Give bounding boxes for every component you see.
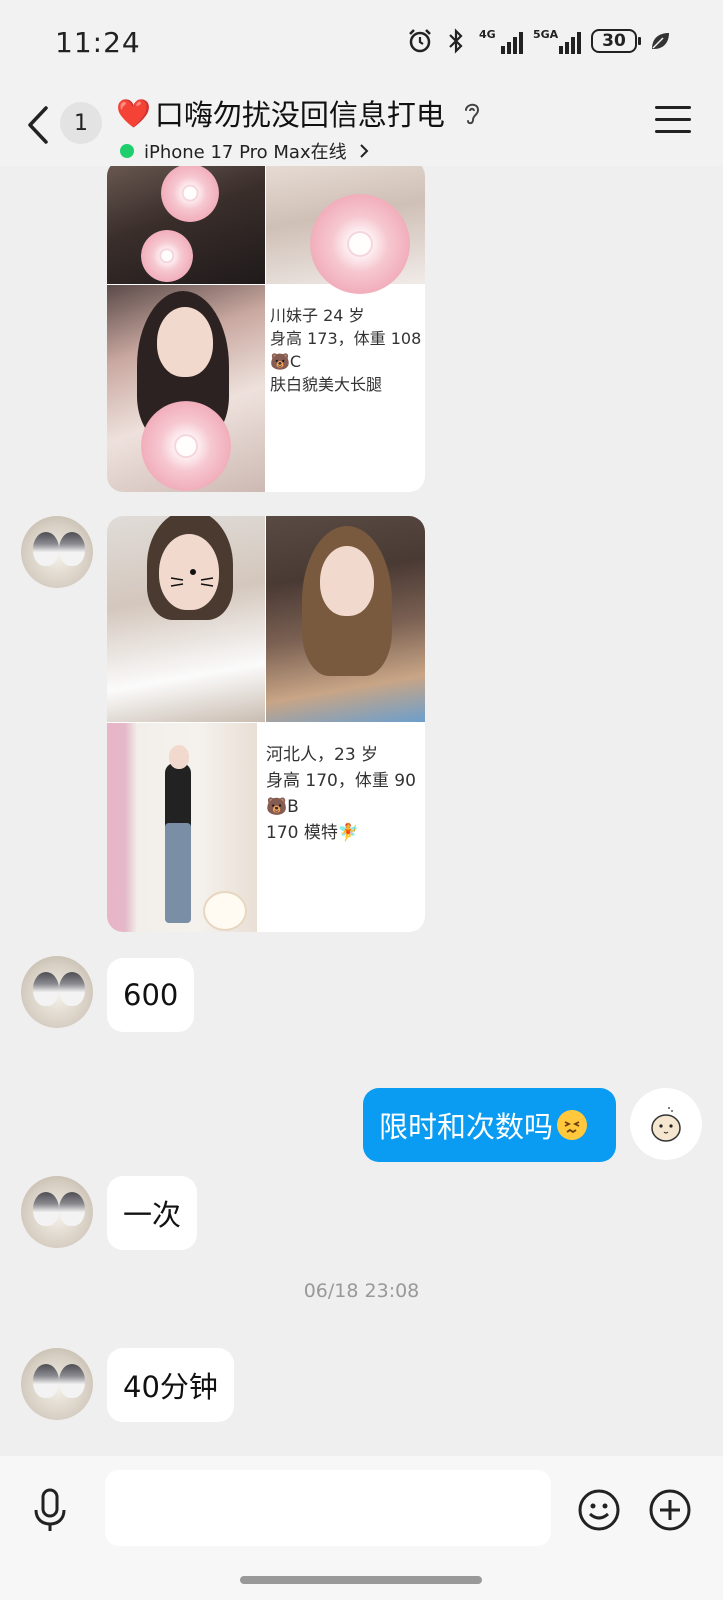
chat-title: ❤️ 口嗨勿扰没回信息打电 [116, 92, 483, 134]
leaf-icon [647, 28, 673, 54]
my-avatar[interactable] [630, 1088, 702, 1160]
input-bar [0, 1456, 723, 1600]
status-icons: 4G 5GA 30 [407, 28, 673, 54]
message-timestamp: 06/18 23:08 [303, 1280, 420, 1302]
my-message-bubble[interactable]: 限时和次数吗 [363, 1088, 616, 1162]
voice-input-button[interactable] [30, 1486, 70, 1534]
network-type-2: 5GA [533, 28, 559, 41]
status-time: 11:24 [55, 26, 141, 59]
photo-thumbnail[interactable] [107, 516, 265, 722]
emoji-icon [578, 1489, 620, 1531]
message-text: 一次 [123, 1198, 182, 1232]
back-button[interactable] [22, 102, 58, 148]
bluetooth-icon [443, 28, 469, 54]
photo-thumbnail[interactable] [107, 285, 265, 492]
photo-thumbnail[interactable] [107, 723, 257, 932]
more-actions-button[interactable] [648, 1488, 692, 1532]
online-indicator [120, 144, 134, 158]
message-text: 600 [123, 978, 179, 1012]
status-bar: 11:24 4G 5GA 30 [0, 0, 723, 84]
message-bubble[interactable]: 40分钟 [107, 1348, 234, 1422]
ear-icon [464, 103, 479, 125]
photo-thumbnail[interactable] [266, 166, 425, 294]
alarm-icon [407, 28, 433, 54]
contact-avatar[interactable] [21, 1176, 93, 1248]
message-text: 限时和次数吗 [379, 1110, 554, 1144]
battery-level: 30 [602, 31, 626, 51]
message-text: 40分钟 [123, 1370, 218, 1404]
contact-avatar[interactable] [21, 956, 93, 1028]
photo-thumbnail[interactable] [266, 516, 425, 722]
persevering-face-emoji [557, 1110, 588, 1140]
card-description: 河北人，23 岁 身高 170，体重 90 🐻B 170 模特🧚 [266, 745, 416, 843]
card-description: 川妹子 24 岁 身高 173，体重 108 🐻C 肤白貌美大长腿 [270, 306, 422, 394]
emoji-button[interactable] [577, 1488, 621, 1532]
back-icon [28, 106, 48, 144]
contact-avatar[interactable] [21, 1348, 93, 1420]
unread-count-badge[interactable]: 1 [60, 102, 102, 144]
chat-title-area[interactable]: ❤️ 口嗨勿扰没回信息打电 iPhone 17 Pro Max在线 [116, 92, 483, 164]
image-card-message[interactable]: 川妹子 24 岁 身高 173，体重 108 🐻C 肤白貌美大长腿 [107, 166, 425, 492]
chat-message-list[interactable]: 川妹子 24 岁 身高 173，体重 108 🐻C 肤白貌美大长腿 河北人，23… [0, 166, 723, 1456]
chevron-right-icon [359, 144, 369, 158]
battery-icon: 30 [591, 29, 641, 53]
image-card-message[interactable]: 河北人，23 岁 身高 170，体重 90 🐻B 170 模特🧚 [107, 516, 425, 932]
message-bubble[interactable]: 一次 [107, 1176, 198, 1250]
network-type-1: 4G [479, 28, 496, 41]
chat-title-text: 口嗨勿扰没回信息打电 [154, 98, 445, 132]
device-status-text: iPhone 17 Pro Max在线 [144, 142, 347, 163]
home-indicator[interactable] [240, 1576, 482, 1584]
plus-icon [649, 1489, 691, 1531]
photo-thumbnail[interactable] [107, 166, 265, 284]
contact-avatar[interactable] [21, 516, 93, 588]
menu-button[interactable] [655, 106, 691, 138]
microphone-icon [34, 1488, 66, 1531]
message-bubble[interactable]: 600 [107, 958, 195, 1032]
title-heart-emoji: ❤️ [116, 96, 151, 130]
signal-icon: 4G [479, 28, 523, 54]
message-input[interactable] [105, 1470, 551, 1546]
signal-icon: 5GA [533, 28, 581, 54]
chat-header: 1 ❤️ 口嗨勿扰没回信息打电 iPhone 17 Pro Max在线 [0, 84, 723, 166]
online-status[interactable]: iPhone 17 Pro Max在线 [116, 138, 483, 164]
